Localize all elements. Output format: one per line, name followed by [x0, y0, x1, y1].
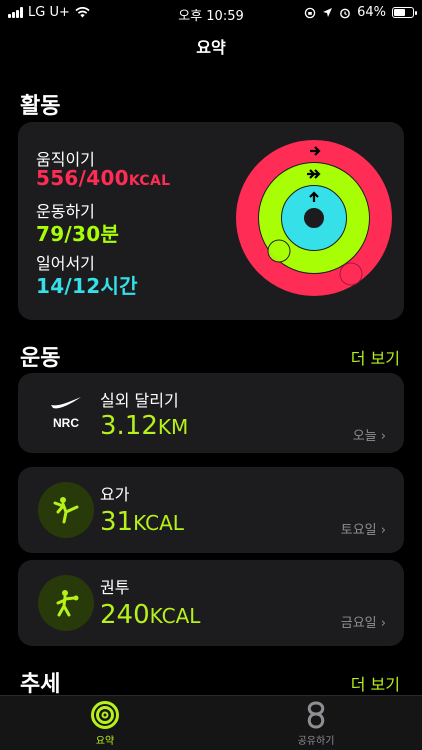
- trends-more-link[interactable]: 더 보기: [351, 671, 400, 695]
- nrc-logo-graphic: NRC: [51, 397, 81, 430]
- workout-value-unit: KCAL: [149, 604, 201, 628]
- exercise-ring-overlap-end: [267, 239, 291, 263]
- battery-fill: [394, 9, 405, 16]
- tab-sharing[interactable]: 공유하기: [276, 700, 356, 747]
- activity-section-title: 활동: [20, 94, 61, 119]
- exercise-value: 79/30분: [36, 218, 119, 247]
- workout-date-label: 토요일: [340, 523, 377, 538]
- status-right: 64%: [304, 5, 417, 20]
- workout-value-unit: KCAL: [133, 511, 184, 535]
- trends-section-title: 추세: [20, 672, 61, 697]
- workout-value-unit: KM: [157, 415, 189, 439]
- activity-rings-icon: [91, 701, 119, 729]
- tab-label: 공유하기: [297, 736, 335, 747]
- workouts-more-link[interactable]: 더 보기: [351, 345, 400, 369]
- stand-value: 14/12시간: [36, 270, 138, 299]
- stand-ring: [282, 186, 346, 250]
- yoga-figure-graphic: [53, 497, 79, 524]
- rotation-lock-icon: [304, 7, 316, 18]
- status-bar: LG U+ 오후 10:59 64%: [0, 0, 422, 26]
- workout-card-running[interactable]: NRC 실외 달리기 3.12KM 오늘 ›: [18, 373, 404, 453]
- nrc-logo-text: NRC: [53, 416, 79, 430]
- workout-value-number: 31: [100, 507, 134, 537]
- stand-value-unit: 시간: [100, 274, 138, 298]
- page-title: 요약: [196, 38, 226, 57]
- alarm-icon: [340, 8, 350, 18]
- workout-name: 실외 달리기: [100, 391, 179, 410]
- tab-bar: 요약 공유하기: [0, 695, 422, 750]
- tab-summary[interactable]: 요약: [65, 700, 145, 747]
- exercise-value-number: 79/30: [36, 222, 101, 246]
- workout-value: 240KCAL: [100, 600, 200, 630]
- battery-icon: [392, 7, 417, 18]
- chevron-right-icon: ›: [380, 616, 386, 631]
- workout-date: 토요일 ›: [341, 519, 386, 538]
- workout-date-label: 오늘: [352, 429, 377, 444]
- location-arrow-icon: [323, 8, 333, 17]
- workouts-section-title: 운동: [20, 346, 61, 371]
- move-value-number: 556/400: [36, 166, 129, 190]
- yoga-figure-icon: [38, 482, 94, 538]
- workout-date-label: 금요일: [340, 616, 377, 631]
- tab-label: 요약: [95, 736, 115, 747]
- workout-value-number: 240: [100, 600, 150, 630]
- boxing-figure-graphic: [56, 590, 79, 617]
- workout-value: 3.12KM: [100, 411, 188, 441]
- workout-date: 오늘 ›: [353, 425, 386, 444]
- activity-rings: [236, 140, 392, 296]
- move-ring-overlap-end: [339, 262, 363, 286]
- battery-percent: 64%: [357, 5, 386, 20]
- workout-name: 요가: [100, 485, 130, 504]
- workout-value: 31KCAL: [100, 507, 184, 537]
- workout-card-yoga[interactable]: 요가 31KCAL 토요일 ›: [18, 467, 404, 553]
- move-value: 556/400KCAL: [36, 166, 170, 190]
- exercise-value-unit: 분: [100, 222, 120, 246]
- activity-card[interactable]: 움직이기 556/400KCAL 운동하기 79/30분 일어서기 14/12시…: [18, 122, 404, 320]
- chevron-right-icon: ›: [380, 523, 386, 538]
- boxing-figure-icon: [38, 575, 94, 631]
- workout-value-number: 3.12: [100, 411, 158, 441]
- move-value-unit: KCAL: [128, 173, 171, 189]
- chevron-right-icon: ›: [380, 429, 386, 444]
- workout-card-boxing[interactable]: 권투 240KCAL 금요일 ›: [18, 560, 404, 646]
- sharing-icon: [307, 701, 325, 729]
- workout-name: 권투: [100, 578, 130, 597]
- nrc-logo-icon: NRC: [38, 385, 94, 441]
- stand-value-number: 14/12: [36, 274, 101, 298]
- workout-date: 금요일 ›: [341, 612, 386, 631]
